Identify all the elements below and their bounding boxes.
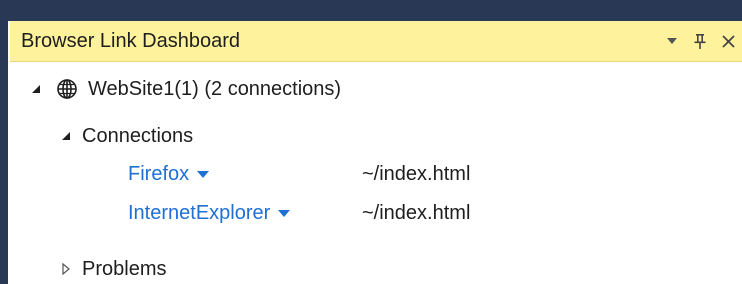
problems-label: Problems	[82, 257, 167, 280]
browser-link-firefox[interactable]: Firefox	[128, 163, 189, 186]
pin-button[interactable]	[686, 26, 714, 56]
tool-window-buttons	[658, 21, 742, 61]
ide-chrome-left	[0, 0, 8, 284]
dropdown-caret-icon[interactable]	[197, 170, 210, 178]
connections-label: Connections	[82, 124, 194, 147]
ide-chrome-top	[0, 0, 742, 21]
expand-arrow-icon[interactable]	[58, 261, 74, 277]
globe-icon	[56, 78, 78, 100]
tree-node-problems[interactable]: Problems	[58, 254, 166, 284]
collapse-arrow-icon[interactable]	[28, 81, 44, 97]
dropdown-caret-icon[interactable]	[278, 209, 291, 217]
website-label: WebSite1(1) (2 connections)	[88, 77, 342, 100]
browser-link-dashboard-window: Browser Link Dashboard WebSite1(1) (2 co…	[0, 0, 742, 284]
tool-window-title: Browser Link Dashboard	[21, 30, 240, 52]
tool-window-header[interactable]: Browser Link Dashboard	[10, 21, 742, 62]
collapse-arrow-icon[interactable]	[58, 128, 74, 144]
connection-item-internetexplorer[interactable]: InternetExplorer	[128, 198, 291, 228]
connection-path-internetexplorer: ~/index.html	[362, 201, 471, 224]
pin-icon	[694, 34, 706, 49]
browser-link-tree: WebSite1(1) (2 connections) Connections …	[10, 62, 742, 284]
browser-link-internetexplorer[interactable]: InternetExplorer	[128, 202, 270, 225]
close-button[interactable]	[714, 26, 742, 56]
dropdown-caret-icon	[667, 38, 677, 44]
connection-item-firefox[interactable]: Firefox	[128, 159, 210, 189]
close-icon	[721, 34, 735, 48]
connection-path-firefox: ~/index.html	[362, 162, 471, 185]
window-position-dropdown-button[interactable]	[658, 26, 686, 56]
tree-node-website[interactable]: WebSite1(1) (2 connections)	[28, 74, 341, 104]
tree-node-connections[interactable]: Connections	[58, 121, 193, 151]
